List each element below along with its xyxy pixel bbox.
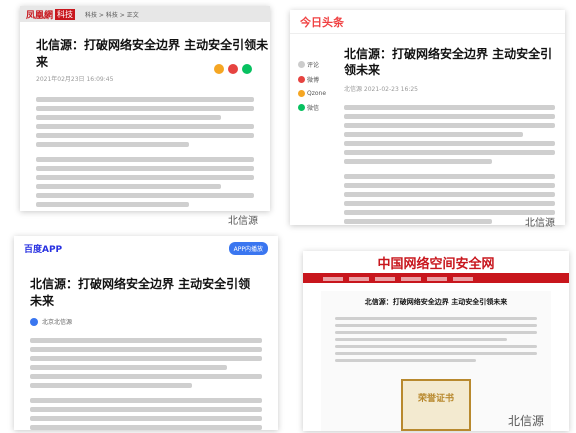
article-body	[30, 338, 262, 430]
comment-icon	[298, 61, 305, 68]
article-body	[36, 97, 254, 207]
qzone-icon	[298, 90, 305, 97]
article: 北信源：打破网络安全边界 主动安全引领未来 北信源 2021-02-23 16:…	[344, 46, 555, 225]
share-icon[interactable]	[214, 64, 224, 74]
author-name[interactable]: 北京北信源	[42, 317, 72, 326]
wechat-icon[interactable]	[242, 64, 252, 74]
side-item[interactable]: 微博	[298, 75, 332, 84]
toutiao-screenshot: 今日头条 评论 微博 Qzone 微信 北信源：打破网络安全边界 主动安全引领未…	[290, 10, 565, 225]
toutiao-header: 今日头条	[290, 10, 565, 34]
article-meta: 2021年02月23日 16:09:45	[36, 76, 114, 83]
share-sidebar: 评论 微博 Qzone 微信	[298, 54, 332, 118]
certificate-title: 荣誉证书	[417, 394, 454, 404]
ifeng-logo[interactable]: 凤凰網	[26, 8, 53, 21]
share-bar	[214, 64, 252, 74]
article-body	[335, 317, 537, 362]
ifeng-screenshot: 凤凰網 科技 科技 > 科技 > 正文 北信源：打破网络安全边界 主动安全引领未…	[20, 6, 270, 211]
toutiao-logo[interactable]: 今日头条	[300, 14, 344, 30]
side-item[interactable]: 评论	[298, 60, 332, 69]
ifeng-logo-badge: 科技	[55, 8, 76, 20]
baidu-header: 百度APP APP内播放	[14, 236, 278, 261]
open-app-button[interactable]: APP内播放	[228, 242, 268, 255]
baidu-logo[interactable]: 百度APP	[24, 242, 62, 255]
watermark: 北信源	[508, 414, 545, 428]
avatar[interactable]	[30, 317, 38, 326]
article-meta: 北信源 2021-02-23 16:25	[344, 86, 418, 93]
site-nav[interactable]	[303, 275, 569, 283]
cert-site-screenshot: 中国网络空间安全网 北信源：打破网络安全边界 主动安全引领未来 荣誉证书	[303, 251, 569, 431]
article-title: 北信源：打破网络安全边界 主动安全引领未来	[364, 298, 508, 306]
baidu-screenshot: 百度APP APP内播放 北信源：打破网络安全边界 主动安全引领未来 北京北信源	[14, 236, 278, 430]
weibo-icon[interactable]	[228, 64, 238, 74]
breadcrumb[interactable]: 科技 > 科技 > 正文	[85, 10, 139, 19]
article: 北信源：打破网络安全边界 主动安全引领未来 荣誉证书	[321, 291, 551, 431]
certificate-image: 荣誉证书	[401, 379, 471, 431]
article-title: 北信源：打破网络安全边界 主动安全引领未来	[30, 277, 251, 308]
article-body	[344, 105, 555, 224]
side-item[interactable]: 微信	[298, 103, 332, 112]
watermark: 北信源	[228, 216, 258, 227]
wechat-icon	[298, 104, 305, 111]
site-logo[interactable]: 中国网络空间安全网	[377, 253, 494, 272]
watermark: 北信源	[525, 218, 555, 229]
ifeng-header: 凤凰網 科技 科技 > 科技 > 正文	[20, 6, 270, 22]
side-item[interactable]: Qzone	[298, 90, 332, 97]
site-header: 中国网络空间安全网	[303, 251, 569, 275]
article-title: 北信源：打破网络安全边界 主动安全引领未来	[344, 47, 553, 77]
author: 北京北信源	[30, 317, 262, 326]
weibo-icon	[298, 76, 305, 83]
